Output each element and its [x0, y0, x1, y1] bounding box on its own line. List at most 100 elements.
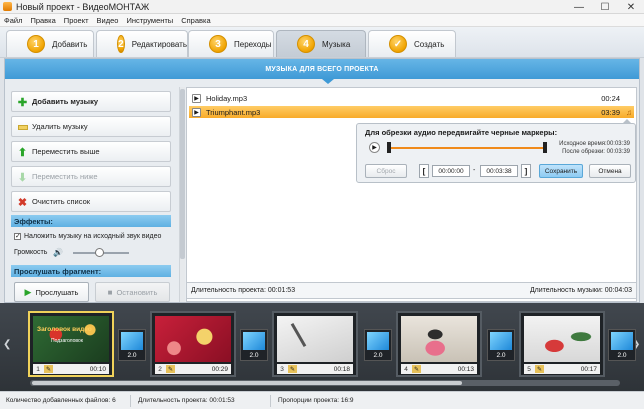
clip-5[interactable]: 5 ✎ 00:17 [519, 311, 605, 377]
left-panel-scrollbar[interactable] [179, 87, 185, 302]
button-label: Прослушать [35, 287, 79, 297]
clip-index: 4 [404, 365, 408, 373]
play-icon[interactable]: ▶ [369, 142, 380, 153]
set-start-button[interactable]: [ [419, 164, 429, 178]
menu-tools[interactable]: Инструменты [126, 16, 173, 25]
checkmark-icon: ✓ [389, 35, 407, 53]
timeline: ❮ ❯ Заголовок видео Подзаголовок 1 ✎ 00:… [0, 303, 644, 391]
clip-4[interactable]: 4 ✎ 00:13 [396, 311, 482, 377]
clip-index: 3 [280, 365, 284, 373]
cancel-button[interactable]: Отмена [589, 164, 631, 178]
overlay-checkbox-row[interactable]: ✓ Наложить музыку на исходный звук видео [14, 233, 161, 240]
tab-create[interactable]: ✓ Создать [368, 30, 456, 57]
minimize-button[interactable]: — [566, 0, 592, 14]
timeline-scrollbar-thumb[interactable] [32, 381, 462, 385]
timeline-scrollbar[interactable] [30, 380, 620, 386]
duration-bar: Длительность проекта: 00:01:53 Длительно… [186, 282, 637, 299]
menu-video[interactable]: Видео [97, 16, 119, 25]
transition-3[interactable]: 2.0 [364, 329, 392, 361]
transition-icon [121, 332, 143, 350]
status-separator [270, 395, 271, 407]
reset-button[interactable]: Сброс [365, 164, 407, 178]
tab-add[interactable]: 1 Добавить [6, 30, 94, 57]
tab-label: Создать [414, 39, 445, 49]
transition-icon [490, 332, 512, 350]
clip-subtitle-text: Подзаголовок [51, 338, 83, 344]
overlay-checkbox[interactable]: ✓ [14, 233, 21, 240]
step-1-badge: 1 [27, 35, 45, 53]
clip-duration: 00:18 [333, 365, 350, 373]
scrollbar-thumb[interactable] [180, 89, 185, 259]
tab-label: Добавить [52, 39, 88, 49]
trim-start-marker[interactable] [387, 142, 391, 153]
transition-icon [367, 332, 389, 350]
track-duration: 00:24 [601, 93, 620, 103]
move-up-button[interactable]: ⬆ Переместить выше [11, 141, 171, 162]
plus-icon: ✚ [17, 97, 28, 109]
trim-start-field[interactable]: 00:00:00 [432, 165, 470, 177]
transition-icon [243, 332, 265, 350]
clip-title-text: Заголовок видео [37, 326, 92, 333]
title-bar: Новый проект - ВидеоМОНТАЖ — ☐ ✕ [0, 0, 644, 14]
volume-slider[interactable] [73, 247, 130, 257]
transition-5[interactable]: 2.0 [608, 329, 636, 361]
stop-button[interactable]: ■ Остановить [95, 282, 170, 302]
track-name: Triumphant.mp3 [206, 107, 261, 117]
clear-list-button[interactable]: ✖ Очистить список [11, 191, 171, 212]
listen-button[interactable]: ▶ Прослушать [14, 282, 89, 302]
button-label: Переместить выше [32, 147, 100, 156]
pencil-icon[interactable]: ✎ [166, 365, 175, 373]
transition-icon [611, 332, 633, 350]
status-separator [130, 395, 131, 407]
step-4-badge: 4 [297, 35, 315, 53]
track-row-selected[interactable]: ▶ Triumphant.mp3 03:39 ♫ [189, 106, 634, 118]
transition-1[interactable]: 2.0 [118, 329, 146, 361]
clip-thumbnail [277, 316, 353, 362]
popup-pointer [622, 119, 632, 124]
save-button[interactable]: Сохранить [539, 164, 583, 178]
pencil-icon[interactable]: ✎ [535, 365, 544, 373]
clip-3[interactable]: 3 ✎ 00:18 [272, 311, 358, 377]
speaker-icon: 🔊 [53, 248, 64, 257]
trim-end-field[interactable]: 00:03:38 [480, 165, 518, 177]
trim-range-bar[interactable] [387, 142, 547, 153]
add-music-button[interactable]: ✚ Добавить музыку [11, 91, 171, 112]
delete-music-button[interactable]: Удалить музыку [11, 116, 171, 137]
trim-end-marker[interactable] [543, 142, 547, 153]
clip-1[interactable]: Заголовок видео Подзаголовок 1 ✎ 00:10 [28, 311, 114, 377]
chevron-left-icon[interactable]: ❮ [3, 339, 11, 350]
dropper-shape [290, 322, 307, 348]
transition-2[interactable]: 2.0 [240, 329, 268, 361]
set-end-button[interactable]: ] [521, 164, 531, 178]
pencil-icon[interactable]: ✎ [288, 365, 297, 373]
close-button[interactable]: ✕ [618, 0, 644, 14]
button-label: Очистить список [32, 197, 91, 206]
pencil-icon[interactable]: ✎ [44, 365, 53, 373]
menu-project[interactable]: Проект [64, 16, 89, 25]
menu-help[interactable]: Справка [181, 16, 210, 25]
step-2-badge: 2 [117, 35, 125, 53]
overlay-label: Наложить музыку на исходный звук видео [24, 233, 162, 240]
tab-label: Переходы [234, 39, 272, 49]
clip-2[interactable]: 2 ✎ 00:29 [150, 311, 236, 377]
maximize-button[interactable]: ☐ [592, 0, 618, 14]
tab-transitions[interactable]: 3 Переходы [188, 30, 274, 57]
trimmed-time: После обрезки: 00:03:39 [562, 149, 630, 155]
play-icon[interactable]: ▶ [192, 107, 201, 117]
tab-edit[interactable]: 2 Редактировать [96, 30, 188, 57]
project-duration-status: Длительность проекта: 00:01:53 [138, 397, 235, 404]
menu-file[interactable]: Файл [4, 16, 22, 25]
menu-edit[interactable]: Правка [30, 16, 55, 25]
track-row[interactable]: ▶ Holiday.mp3 00:24 [189, 92, 634, 104]
clip-duration: 00:29 [211, 365, 228, 373]
volume-slider-handle[interactable] [95, 247, 105, 257]
transition-4[interactable]: 2.0 [487, 329, 515, 361]
app-icon [3, 2, 12, 11]
tab-music[interactable]: 4 Музыка [276, 30, 366, 57]
original-time: Исходное время:00:03:39 [559, 141, 630, 147]
music-panel: МУЗЫКА ДЛЯ ВСЕГО ПРОЕКТА ✚ Добавить музы… [4, 58, 640, 303]
clip-duration: 00:17 [580, 365, 597, 373]
pencil-icon[interactable]: ✎ [412, 365, 421, 373]
move-down-button[interactable]: ⬇ Переместить ниже [11, 166, 171, 187]
play-icon[interactable]: ▶ [192, 93, 201, 103]
